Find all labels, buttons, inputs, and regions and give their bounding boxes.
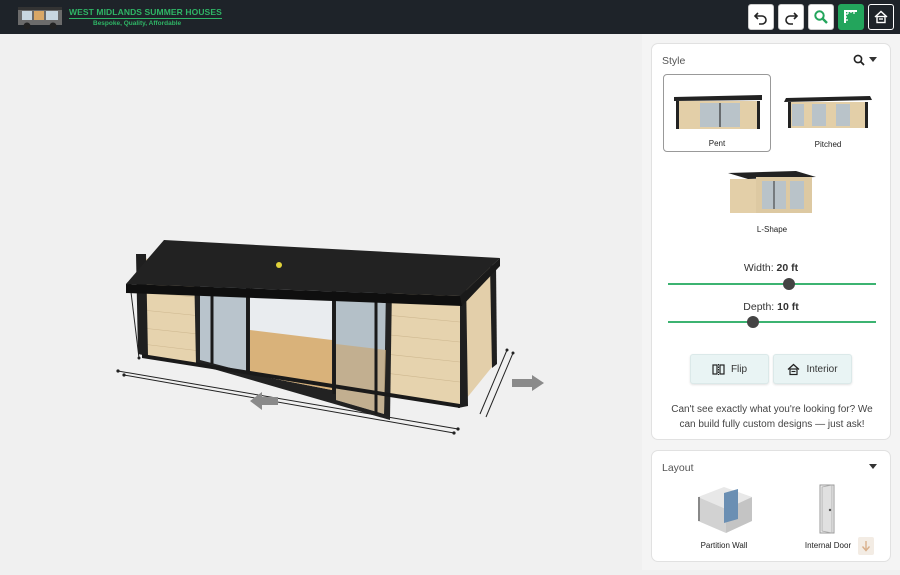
width-slider[interactable] [668,278,876,290]
van-logo-icon [18,7,62,30]
style-label-pent: Pent [708,139,726,148]
depth-drag-handle[interactable] [512,375,544,391]
l-shape-preview-image [728,171,816,213]
brand-tagline: Bespoke, Quality, Affordable [93,20,182,27]
layout-option-internal-door[interactable]: Internal Door [788,483,868,553]
style-option-pent[interactable]: Pent [663,74,771,152]
pitched-preview-image [784,96,872,128]
summer-house-model[interactable] [0,34,642,570]
custom-design-message: Can't see exactly what you're looking fo… [671,404,873,430]
brand-title: WEST MIDLANDS SUMMER HOUSES [69,7,222,19]
scroll-down-button[interactable] [858,537,874,555]
zoom-button[interactable] [808,4,834,30]
undo-button[interactable] [748,4,774,30]
partition-wall-label: Partition Wall [700,541,748,550]
redo-button[interactable] [778,4,804,30]
flip-icon [712,363,725,375]
top-bar: WEST MIDLANDS SUMMER HOUSES Bespoke, Qua… [0,0,900,34]
chevron-down-icon[interactable] [869,57,877,63]
width-slider-handle[interactable] [782,278,795,290]
arrow-down-icon [861,541,871,552]
style-heading: Style [662,55,686,67]
depth-slider-handle[interactable] [747,316,760,328]
style-label-pitched: Pitched [814,140,842,149]
partition-wall-preview-image [698,487,752,533]
pent-preview-image [674,95,762,129]
undo-icon [753,12,767,25]
3d-viewport[interactable] [0,34,642,570]
style-card: Style Pent Pitched L-Shape Width: 20 ft … [651,43,891,440]
width-value: 20 ft [776,262,799,274]
interior-icon [788,363,800,375]
home-icon [874,10,888,24]
style-option-l-shape[interactable]: L-Shape [718,159,826,237]
zoom-icon [814,10,828,24]
brand-logo[interactable]: WEST MIDLANDS SUMMER HOUSES Bespoke, Qua… [16,3,222,33]
layout-heading: Layout [662,462,694,474]
style-option-pitched[interactable]: Pitched [774,74,882,152]
layout-card: Layout Partition Wall Internal Door [651,450,891,562]
redo-icon [785,12,799,25]
floorplan-button[interactable] [838,4,864,30]
flip-button[interactable]: Flip [690,354,769,384]
depth-label: Depth: 10 ft [743,301,799,313]
depth-value: 10 ft [777,301,799,313]
interior-button[interactable]: Interior [773,354,852,384]
depth-slider[interactable] [668,316,876,328]
configurator-panel: Style Pent Pitched L-Shape Width: 20 ft … [642,34,900,570]
home-view-button[interactable] [868,4,894,30]
chevron-down-icon[interactable] [869,464,877,470]
style-label-l-shape: L-Shape [756,225,788,234]
internal-door-preview-image [819,484,835,534]
layout-option-partition-wall[interactable]: Partition Wall [684,483,764,553]
width-label: Width: 20 ft [743,262,799,274]
floorplan-icon [844,10,857,23]
internal-door-label: Internal Door [804,541,852,550]
search-icon[interactable] [853,54,865,66]
